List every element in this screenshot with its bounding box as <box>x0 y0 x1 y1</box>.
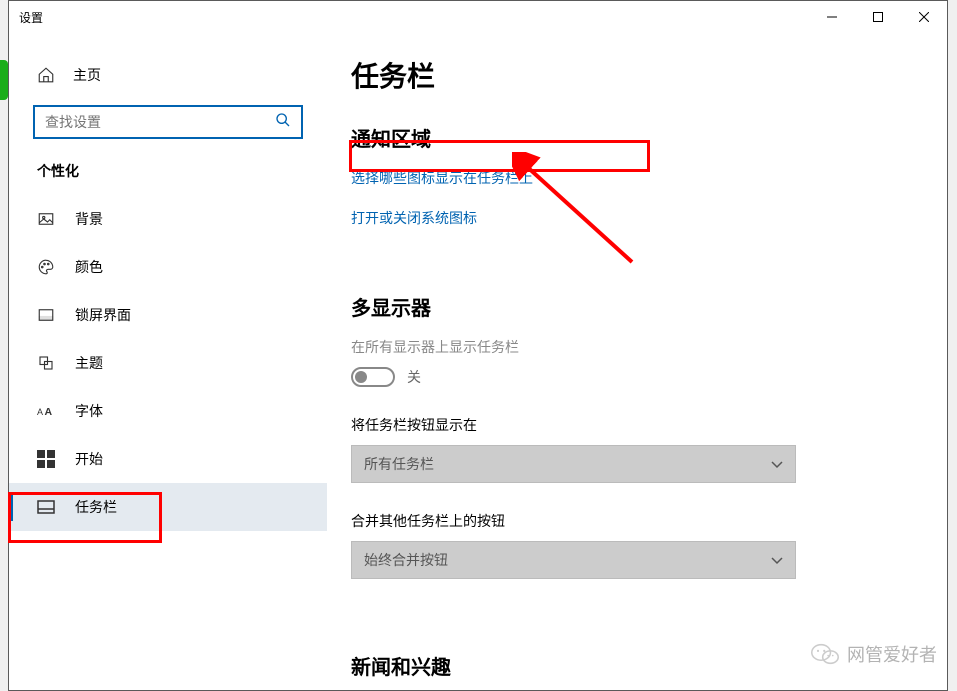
nav-label: 开始 <box>75 449 103 469</box>
sidebar-item-fonts[interactable]: AA 字体 <box>9 387 327 435</box>
watermark: 网管爱好者 <box>811 641 937 667</box>
search-input[interactable] <box>45 114 275 130</box>
select-value: 所有任务栏 <box>364 454 434 474</box>
sidebar-item-background[interactable]: 背景 <box>9 195 327 243</box>
toggle-state-label: 关 <box>407 367 421 387</box>
section-multidisplay-title: 多显示器 <box>351 292 923 321</box>
chevron-down-icon <box>771 552 783 568</box>
titlebar: 设置 <box>9 1 947 33</box>
svg-text:A: A <box>37 407 43 417</box>
themes-icon <box>37 354 55 372</box>
search-container <box>9 93 327 155</box>
combine-buttons-select[interactable]: 始终合并按钮 <box>351 541 796 579</box>
nav-label: 颜色 <box>75 257 103 277</box>
link-toggle-system-icons[interactable]: 打开或关闭系统图标 <box>351 208 923 228</box>
home-label: 主页 <box>73 65 101 85</box>
sidebar-item-start[interactable]: 开始 <box>9 435 327 483</box>
show-buttons-on-label: 将任务栏按钮显示在 <box>351 415 923 435</box>
show-on-all-label: 在所有显示器上显示任务栏 <box>351 337 923 357</box>
combine-buttons-label: 合并其他任务栏上的按钮 <box>351 511 923 531</box>
search-icon <box>275 112 291 133</box>
home-icon <box>37 66 55 84</box>
palette-icon <box>37 258 55 276</box>
page-title: 任务栏 <box>351 55 923 95</box>
svg-text:A: A <box>45 406 53 418</box>
maximize-button[interactable] <box>855 1 901 33</box>
nav-label: 锁屏界面 <box>75 305 131 325</box>
section-notification-title: 通知区域 <box>351 123 923 152</box>
wechat-icon <box>811 642 839 666</box>
sidebar-item-themes[interactable]: 主题 <box>9 339 327 387</box>
window-controls <box>809 1 947 33</box>
show-on-all-toggle-row: 关 <box>351 367 923 387</box>
minimize-button[interactable] <box>809 1 855 33</box>
picture-icon <box>37 210 55 228</box>
nav-label: 主题 <box>75 353 103 373</box>
main-panel: 任务栏 通知区域 选择哪些图标显示在任务栏上 打开或关闭系统图标 多显示器 在所… <box>327 33 947 690</box>
nav-label: 字体 <box>75 401 103 421</box>
sidebar-item-taskbar[interactable]: 任务栏 <box>9 483 327 531</box>
minimize-icon <box>827 12 837 22</box>
link-select-taskbar-icons[interactable]: 选择哪些图标显示在任务栏上 <box>351 168 923 188</box>
taskbar-icon <box>37 498 55 516</box>
nav-label: 背景 <box>75 209 103 229</box>
show-buttons-on-select[interactable]: 所有任务栏 <box>351 445 796 483</box>
sidebar-item-colors[interactable]: 颜色 <box>9 243 327 291</box>
close-button[interactable] <box>901 1 947 33</box>
nav-list: 背景 颜色 锁屏界面 主题 AA 字体 <box>9 195 327 531</box>
sidebar-item-lockscreen[interactable]: 锁屏界面 <box>9 291 327 339</box>
search-box[interactable] <box>33 105 303 139</box>
maximize-icon <box>873 12 883 22</box>
settings-window: 设置 主页 <box>8 0 948 691</box>
watermark-text: 网管爱好者 <box>847 641 937 667</box>
category-title: 个性化 <box>9 155 327 195</box>
fonts-icon: AA <box>37 402 55 420</box>
home-link[interactable]: 主页 <box>9 57 327 93</box>
start-icon <box>37 450 55 468</box>
select-value: 始终合并按钮 <box>364 550 448 570</box>
nav-label: 任务栏 <box>75 497 117 517</box>
window-title: 设置 <box>19 9 809 26</box>
sidebar: 主页 个性化 背景 颜色 <box>9 33 327 690</box>
close-icon <box>919 12 929 22</box>
show-on-all-toggle[interactable] <box>351 367 395 387</box>
content-area: 主页 个性化 背景 颜色 <box>9 33 947 690</box>
lockscreen-icon <box>37 306 55 324</box>
chevron-down-icon <box>771 456 783 472</box>
